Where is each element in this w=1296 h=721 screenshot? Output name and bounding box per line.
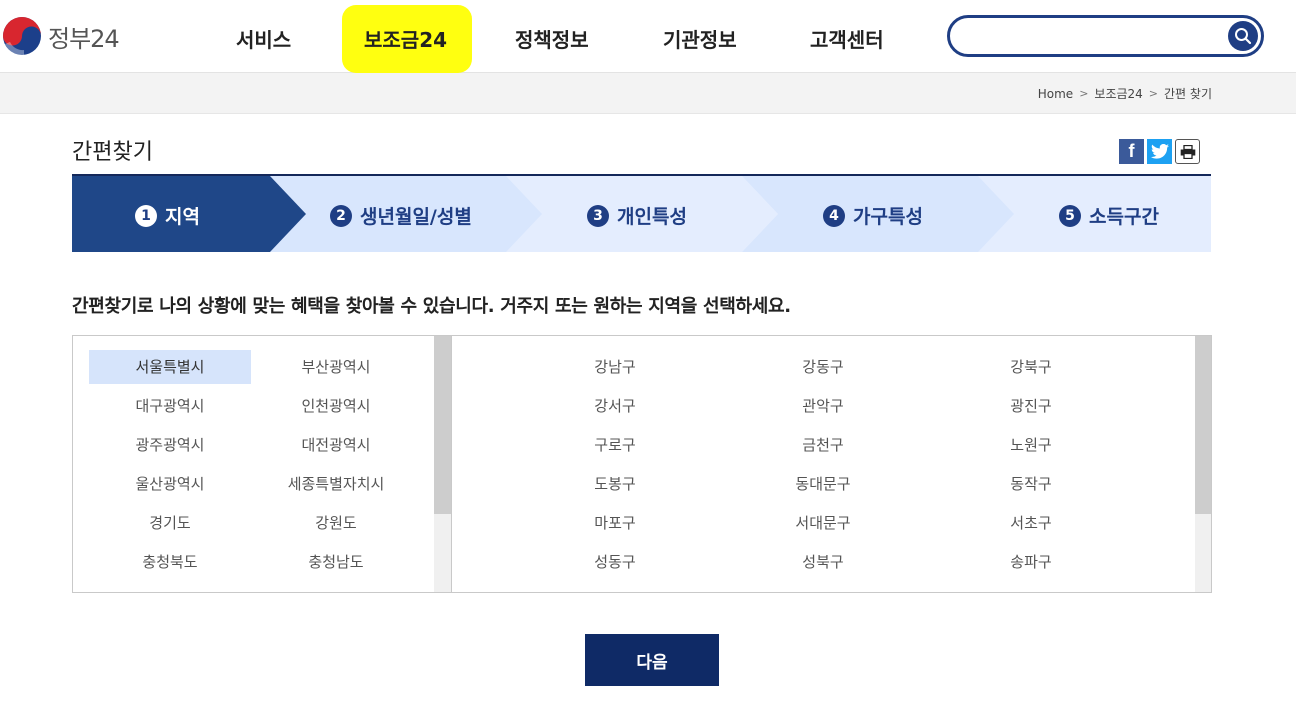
- nav-agency-info[interactable]: 기관정보: [663, 24, 737, 53]
- step-4[interactable]: 4 가구특성: [823, 202, 923, 229]
- print-icon: [1180, 144, 1195, 159]
- search-input[interactable]: [964, 24, 1218, 50]
- district-item[interactable]: 성동구: [535, 545, 695, 579]
- district-list: 강남구 강동구 강북구 강서구 관악구 광진구 구로구 금천구 노원구 도봉구 …: [452, 336, 1195, 592]
- district-scrollbar[interactable]: [1195, 336, 1211, 592]
- region-item[interactable]: 대전광역시: [255, 428, 417, 462]
- district-item[interactable]: 송파구: [951, 545, 1111, 579]
- region-item[interactable]: 경기도: [89, 506, 251, 540]
- breadcrumb: Home > 보조금24 > 간편 찾기: [1038, 85, 1212, 102]
- step-3[interactable]: 3 개인특성: [587, 202, 687, 229]
- region-item[interactable]: 부산광역시: [255, 350, 417, 384]
- logo[interactable]: 정부24: [2, 16, 142, 56]
- instruction-text: 간편찾기로 나의 상황에 맞는 혜택을 찾아볼 수 있습니다. 거주지 또는 원…: [72, 296, 791, 317]
- nav-subsidy24[interactable]: 보조금24: [364, 24, 447, 53]
- district-item[interactable]: 금천구: [743, 428, 903, 462]
- government-emblem-icon: [3, 17, 41, 56]
- twitter-share-button[interactable]: [1147, 139, 1172, 164]
- nav-services[interactable]: 서비스: [236, 24, 291, 53]
- district-item[interactable]: 노원구: [951, 428, 1111, 462]
- breadcrumb-home[interactable]: Home: [1038, 87, 1073, 101]
- page-title: 간편찾기: [72, 140, 153, 165]
- facebook-share-button[interactable]: f: [1119, 139, 1144, 164]
- region-item[interactable]: 대구광역시: [89, 389, 251, 423]
- search-button[interactable]: [1228, 21, 1258, 51]
- chevron-right-icon: >: [1148, 87, 1159, 100]
- breadcrumb-band: Home > 보조금24 > 간편 찾기: [0, 73, 1296, 114]
- district-item[interactable]: 광진구: [951, 389, 1111, 423]
- step-number: 4: [823, 204, 845, 227]
- district-item[interactable]: 성북구: [743, 545, 903, 579]
- district-item[interactable]: 도봉구: [535, 467, 695, 501]
- region-item-seoul[interactable]: 서울특별시: [89, 350, 251, 384]
- header: 정부24 서비스 보조금24 정책정보 기관정보 고객센터: [0, 0, 1296, 73]
- district-item[interactable]: 서대문구: [743, 506, 903, 540]
- step-label: 지역: [165, 206, 200, 228]
- scrollbar-thumb[interactable]: [434, 336, 451, 514]
- district-item[interactable]: 구로구: [535, 428, 695, 462]
- step-number: 2: [330, 204, 352, 227]
- step-5[interactable]: 5 소득구간: [1059, 202, 1159, 229]
- district-item[interactable]: 관악구: [743, 389, 903, 423]
- district-item[interactable]: 강북구: [951, 350, 1111, 384]
- region-item[interactable]: 충청북도: [89, 545, 251, 579]
- region-scrollbar[interactable]: [434, 336, 451, 592]
- step-number: 1: [135, 204, 157, 227]
- district-item[interactable]: 동작구: [951, 467, 1111, 501]
- region-item[interactable]: 강원도: [255, 506, 417, 540]
- region-item[interactable]: 울산광역시: [89, 467, 251, 501]
- step-label: 개인특성: [617, 206, 687, 228]
- region-item[interactable]: 충청남도: [255, 545, 417, 579]
- step-1[interactable]: 1 지역: [135, 202, 200, 229]
- district-item[interactable]: 동대문구: [743, 467, 903, 501]
- print-button[interactable]: [1175, 139, 1200, 164]
- next-button[interactable]: 다음: [585, 634, 719, 686]
- district-item[interactable]: 강남구: [535, 350, 695, 384]
- step-number: 3: [587, 204, 609, 227]
- breadcrumb-current: 간편 찾기: [1164, 87, 1212, 101]
- district-item[interactable]: 강동구: [743, 350, 903, 384]
- region-item[interactable]: 세종특별자치시: [255, 467, 417, 501]
- search-box: [947, 15, 1264, 57]
- nav-customer-center[interactable]: 고객센터: [810, 24, 884, 53]
- region-item[interactable]: 광주광역시: [89, 428, 251, 462]
- twitter-icon: [1150, 144, 1169, 159]
- logo-text: 정부24: [48, 24, 120, 53]
- step-indicator: 1 지역 2 생년월일/성별 3 개인특성 4 가구특성 5 소득구간: [72, 174, 1211, 252]
- step-label: 가구특성: [853, 206, 923, 228]
- chevron-right-icon: >: [1079, 87, 1089, 100]
- share-buttons: f: [1119, 139, 1200, 164]
- step-label: 소득구간: [1089, 206, 1159, 228]
- step-label: 생년월일/성별: [360, 206, 472, 228]
- step-2[interactable]: 2 생년월일/성별: [330, 202, 472, 229]
- scrollbar-thumb[interactable]: [1195, 336, 1211, 514]
- region-selector: 서울특별시 부산광역시 대구광역시 인천광역시 광주광역시 대전광역시 울산광역…: [72, 335, 1212, 593]
- step-number: 5: [1059, 204, 1081, 227]
- nav-policy-info[interactable]: 정책정보: [515, 24, 589, 53]
- search-icon: [1235, 28, 1252, 45]
- breadcrumb-subsidy24[interactable]: 보조금24: [1094, 85, 1142, 102]
- district-item[interactable]: 강서구: [535, 389, 695, 423]
- district-item[interactable]: 마포구: [535, 506, 695, 540]
- facebook-icon: f: [1128, 141, 1135, 161]
- region-item[interactable]: 인천광역시: [255, 389, 417, 423]
- district-item[interactable]: 서초구: [951, 506, 1111, 540]
- region-list: 서울특별시 부산광역시 대구광역시 인천광역시 광주광역시 대전광역시 울산광역…: [73, 336, 451, 592]
